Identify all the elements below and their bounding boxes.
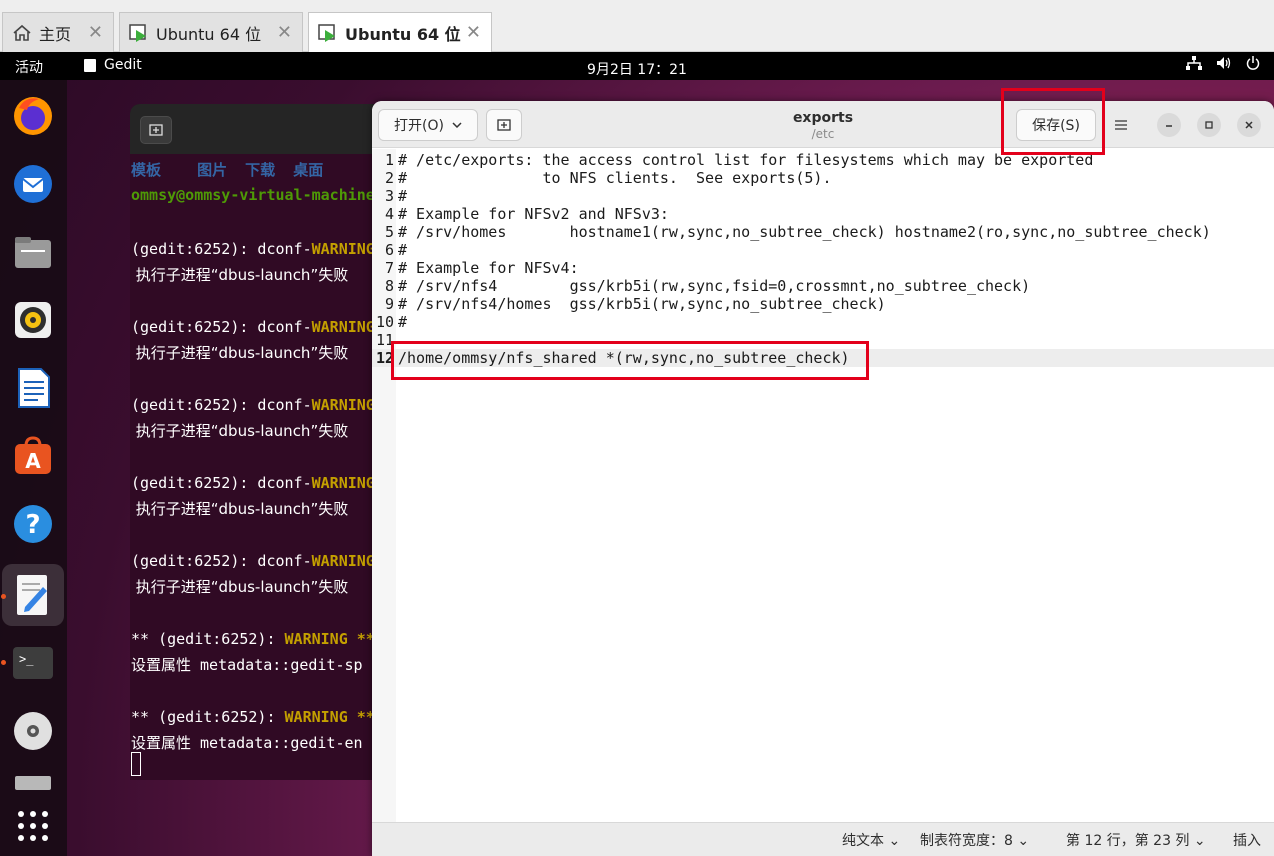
terminal-error-line: 执行子进程“dbus-launch”失败	[131, 500, 349, 518]
files-icon[interactable]	[9, 228, 57, 276]
apps-grid-icon[interactable]	[9, 802, 57, 850]
svg-text:?: ?	[25, 510, 40, 540]
chevron-down-icon: ⌄	[888, 833, 901, 849]
chevron-down-icon: ⌄	[1193, 833, 1206, 849]
maximize-button[interactable]	[1197, 113, 1221, 137]
menu-icon	[1115, 120, 1127, 130]
system-tray[interactable]	[1186, 56, 1260, 74]
editor-line[interactable]: 2 # to NFS clients. See exports(5).	[372, 169, 1274, 187]
terminal-meta-line: 设置属性 metadata::gedit-sp	[131, 656, 363, 674]
text-editor-area[interactable]: 1 # /etc/exports: the access control list…	[372, 149, 1274, 822]
terminal-warning-line: (gedit:6252): dconf-WARNING	[131, 396, 375, 414]
insert-mode[interactable]: 插入	[1233, 830, 1261, 850]
tab-ubuntu-1-label: Ubuntu 64 位	[156, 24, 262, 44]
editor-line[interactable]: 8 # /srv/nfs4 gss/krb5i(rw,sync,fsid=0,cr…	[372, 277, 1274, 295]
home-icon	[11, 22, 33, 44]
running-indicator	[1, 660, 6, 665]
gedit-icon[interactable]	[2, 564, 64, 626]
editor-line[interactable]: 7 # Example for NFSv4:	[372, 259, 1274, 277]
terminal-icon[interactable]: >_	[9, 639, 57, 687]
rhythmbox-icon[interactable]	[9, 296, 57, 344]
gedit-headerbar: 打开(O) exports /etc 保存(S)	[372, 101, 1274, 148]
vm-icon	[128, 22, 150, 44]
gnome-top-bar: 活动 Gedit 9月2日 17：21	[0, 52, 1274, 80]
thunderbird-icon[interactable]	[9, 160, 57, 208]
libreoffice-writer-icon[interactable]	[9, 364, 57, 412]
tab-ubuntu-2[interactable]: Ubuntu 64 位 ✕	[308, 12, 492, 52]
editor-line[interactable]: 10 #	[372, 313, 1274, 331]
status-bar: 纯文本 ⌄ 制表符宽度：8 ⌄ 第 12 行，第 23 列 ⌄ 插入	[372, 822, 1274, 856]
terminal-prompt: ommsy@ommsy-virtual-machine	[131, 186, 375, 204]
editor-line[interactable]: 6 #	[372, 241, 1274, 259]
volume-icon	[1216, 56, 1232, 74]
terminal-warning-line: ** (gedit:6252): WARNING **	[131, 630, 375, 648]
terminal-error-line: 执行子进程“dbus-launch”失败	[131, 344, 349, 362]
editor-line[interactable]: 9 # /srv/nfs4/homes gss/krb5i(rw,sync,no_…	[372, 295, 1274, 313]
close-icon	[1245, 121, 1253, 129]
tab-ubuntu-1[interactable]: Ubuntu 64 位 ✕	[119, 12, 303, 52]
terminal-cursor	[131, 752, 141, 776]
svg-text:>_: >_	[19, 652, 34, 666]
terminal-warning-line: (gedit:6252): dconf-WARNING	[131, 240, 375, 258]
terminal-warning-line: (gedit:6252): dconf-WARNING	[131, 474, 375, 492]
tab-home-label: 主页	[39, 24, 72, 44]
terminal-error-line: 执行子进程“dbus-launch”失败	[131, 266, 349, 284]
highlight-line-box	[391, 341, 869, 380]
hamburger-menu-button[interactable]	[1106, 109, 1136, 141]
trash-icon[interactable]	[9, 770, 57, 790]
highlight-save-box	[1001, 88, 1105, 155]
dvd-icon[interactable]	[9, 707, 57, 755]
terminal-warning-line: (gedit:6252): dconf-WARNING	[131, 552, 375, 570]
chevron-down-icon: ⌄	[1017, 833, 1030, 849]
dock: A ? >_	[0, 80, 67, 856]
vm-tab-bar: 主页 ✕ Ubuntu 64 位 ✕ Ubuntu 64 位 ✕	[0, 0, 1274, 52]
syntax-selector[interactable]: 纯文本 ⌄	[842, 830, 900, 850]
network-icon	[1186, 56, 1202, 74]
terminal-error-line: 执行子进程“dbus-launch”失败	[131, 422, 349, 440]
terminal-meta-line: 设置属性 metadata::gedit-en	[131, 734, 363, 752]
tab-width-selector[interactable]: 制表符宽度：8 ⌄	[920, 830, 1029, 850]
cursor-position[interactable]: 第 12 行，第 23 列 ⌄	[1066, 830, 1206, 850]
terminal-dirs: 模板 图片 下载 桌面	[131, 161, 324, 179]
power-icon	[1246, 56, 1260, 74]
terminal-header	[130, 104, 390, 154]
close-icon[interactable]: ✕	[277, 22, 292, 43]
editor-line[interactable]: 5 # /srv/homes hostname1(rw,sync,no_subtr…	[372, 223, 1274, 241]
close-icon[interactable]: ✕	[466, 22, 481, 43]
terminal-error-line: 执行子进程“dbus-launch”失败	[131, 578, 349, 596]
document-path: /etc	[811, 127, 835, 141]
editor-line[interactable]: 1 # /etc/exports: the access control list…	[372, 151, 1274, 169]
svg-text:A: A	[25, 449, 41, 473]
tab-home[interactable]: 主页 ✕	[2, 12, 114, 52]
close-button[interactable]	[1237, 113, 1261, 137]
app-center-icon[interactable]: A	[9, 432, 57, 480]
terminal-warning-line: (gedit:6252): dconf-WARNING	[131, 318, 375, 336]
running-indicator	[1, 594, 6, 599]
firefox-icon[interactable]	[9, 92, 57, 140]
new-tab-button[interactable]	[140, 116, 172, 144]
gedit-window: 打开(O) exports /etc 保存(S) 1 # /etc/exports…	[372, 101, 1274, 856]
vm-icon	[317, 22, 339, 44]
help-icon[interactable]: ?	[9, 500, 57, 548]
minimize-icon	[1166, 125, 1172, 127]
clock[interactable]: 9月2日 17：21	[0, 59, 1274, 79]
terminal-warning-line: ** (gedit:6252): WARNING **	[131, 708, 375, 726]
maximize-icon	[1205, 121, 1213, 129]
editor-line[interactable]: 3 #	[372, 187, 1274, 205]
editor-line[interactable]: 4 # Example for NFSv2 and NFSv3:	[372, 205, 1274, 223]
document-title: exports	[792, 110, 854, 126]
minimize-button[interactable]	[1157, 113, 1181, 137]
close-icon[interactable]: ✕	[88, 22, 103, 43]
terminal-window[interactable]: 模板 图片 下载 桌面 ommsy@ommsy-virtual-machine …	[130, 104, 390, 780]
tab-ubuntu-2-label: Ubuntu 64 位	[345, 24, 461, 44]
